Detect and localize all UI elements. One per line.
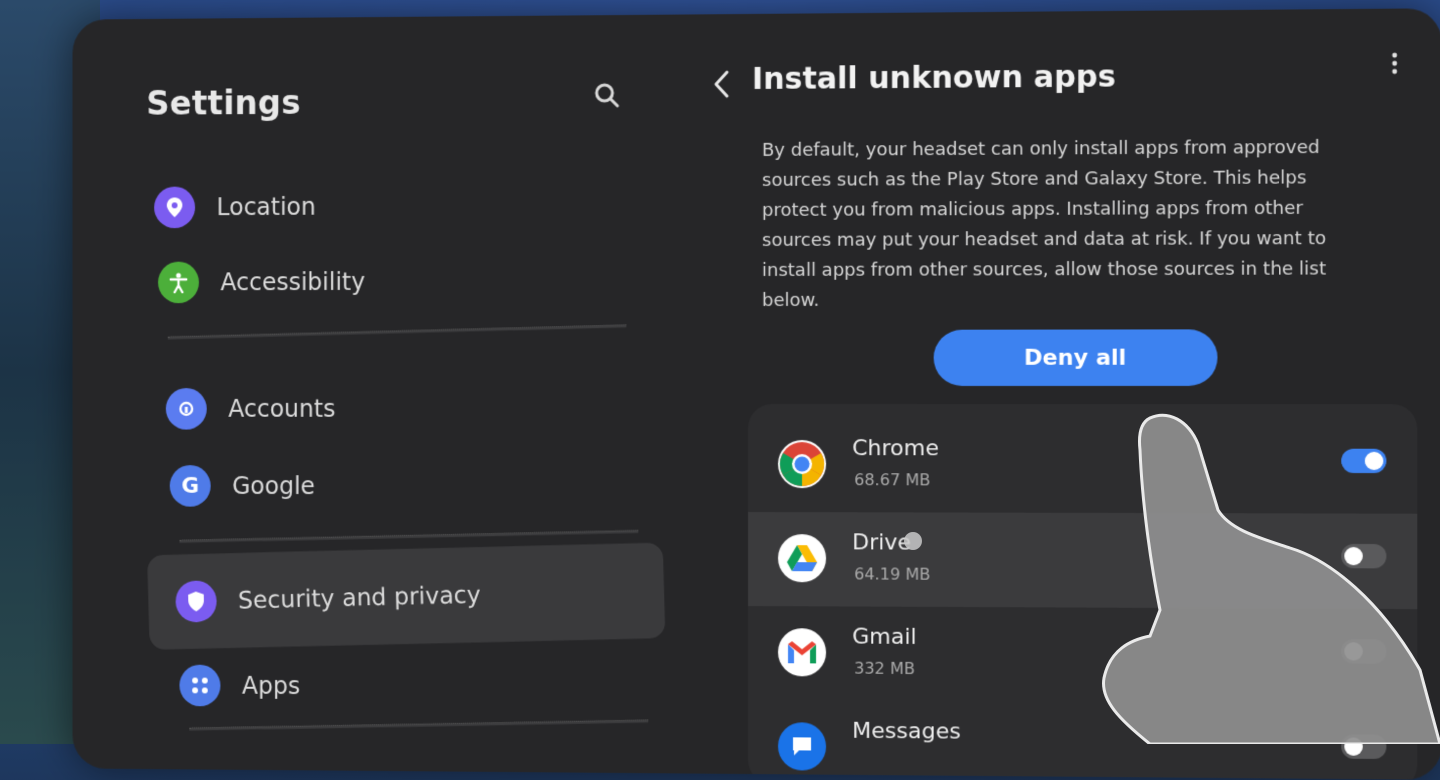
gaze-pointer-dot (904, 532, 922, 550)
apps-grid-icon (179, 664, 221, 707)
sidebar-divider (189, 719, 649, 731)
sidebar-divider (179, 529, 639, 543)
chevron-left-icon (715, 70, 729, 98)
app-name: Gmail (852, 624, 917, 650)
sidebar-item-security-and-privacy[interactable]: Security and privacy (147, 542, 666, 650)
app-size: 64.19 MB (854, 564, 931, 584)
app-name: Chrome (852, 436, 939, 462)
sidebar-item-apps[interactable]: Apps (179, 664, 301, 707)
shield-icon (175, 580, 218, 623)
app-name: Drive (852, 530, 912, 556)
sidebar-item-accessibility[interactable]: Accessibility (158, 261, 366, 304)
hand-pointer-overlay (1102, 413, 1440, 744)
google-g-icon: G (169, 465, 211, 507)
more-options-button[interactable] (1376, 43, 1413, 84)
app-size: 68.67 MB (854, 470, 931, 490)
deny-all-button[interactable]: Deny all (933, 329, 1218, 386)
app-size: 332 MB (854, 658, 915, 679)
sidebar-divider (167, 324, 627, 340)
sidebar-item-accounts[interactable]: Accounts (165, 388, 336, 430)
sidebar-item-label: Apps (241, 671, 301, 700)
sidebar-item-label: Location (216, 192, 316, 222)
app-name: Messages (852, 718, 961, 745)
sidebar-item-label: Security and privacy (237, 580, 482, 615)
accessibility-person-icon (158, 261, 199, 304)
back-button[interactable] (702, 64, 742, 104)
sidebar-item-label: Accessibility (220, 268, 366, 297)
search-button[interactable] (587, 75, 627, 115)
messages-icon (778, 722, 827, 771)
sidebar-item-label: Accounts (228, 394, 336, 423)
more-vert-icon (1392, 52, 1398, 74)
sidebar-item-label: Google (232, 472, 316, 500)
page-title: Install unknown apps (751, 59, 1116, 97)
settings-title: Settings (146, 83, 301, 123)
drive-icon (778, 534, 827, 583)
sidebar-item-google[interactable]: G Google (169, 465, 316, 507)
search-icon (593, 81, 621, 109)
location-pin-icon (154, 186, 196, 229)
key-icon (165, 388, 207, 430)
description-text: By default, your headset can only instal… (761, 136, 1327, 311)
chrome-icon (778, 440, 827, 489)
sidebar-item-location[interactable]: Location (154, 186, 316, 229)
settings-sidebar: Settings Location Accessibility Accounts… (72, 15, 682, 774)
gmail-icon (778, 628, 827, 677)
